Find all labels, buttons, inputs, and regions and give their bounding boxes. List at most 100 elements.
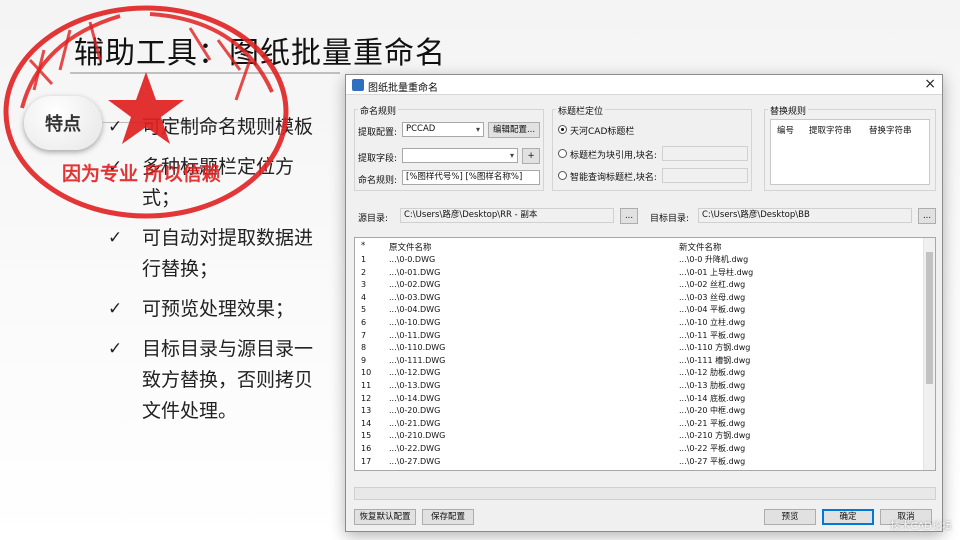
row-new-name: ...\0-21 平板.dwg <box>679 418 746 428</box>
table-row[interactable]: 4 ...\0-03.DWG ...\0-03 丝母.dwg <box>355 292 923 305</box>
row-new-name: ...\0-22 平板.dwg <box>679 444 746 453</box>
source-dir-label: 源目录: <box>358 214 389 224</box>
scroll-thumb[interactable] <box>926 252 933 384</box>
table-row[interactable]: 8 ...\0-110.DWG ...\0-110 方钢.dwg <box>355 342 923 355</box>
block-name-input-2[interactable] <box>662 168 748 183</box>
close-icon[interactable]: × <box>924 76 936 92</box>
row-index: 11 <box>361 381 372 390</box>
feature-list: ✓ 可定制命名规则模板 ✓ 多种标题栏定位方式； ✓ 可自动对提取数据进行替换； ✓ 可… <box>108 112 323 436</box>
radio-smart-query[interactable] <box>558 171 567 180</box>
field-dropdown[interactable]: ▾ <box>402 148 518 163</box>
row-index: 15 <box>361 431 372 441</box>
row-new-name: ...\0-210 方钢.dwg <box>679 431 751 441</box>
row-original-name: ...\0-27.DWG <box>389 456 441 466</box>
row-new-name: ...\0-12 肋板.dwg <box>679 368 746 378</box>
row-index: 17 <box>361 456 372 466</box>
checkmark-icon: ✓ <box>108 117 123 137</box>
row-original-name: ...\0-0.DWG <box>389 255 436 264</box>
source-browse-button[interactable]: ... <box>620 208 638 224</box>
table-row[interactable]: 13 ...\0-20.DWG ...\0-20 中框.dwg <box>355 405 923 418</box>
row-index: 14 <box>361 418 372 428</box>
checkmark-icon: ✓ <box>108 157 123 177</box>
vertical-scrollbar[interactable] <box>923 238 935 470</box>
row-index: 5 <box>361 305 367 315</box>
row-new-name: ...\0-0 升降机.dwg <box>679 255 749 264</box>
checkmark-icon: ✓ <box>108 228 123 248</box>
table-row[interactable]: 9 ...\0-111.DWG ...\0-111 槽钢.dwg <box>355 355 923 368</box>
restore-default-button[interactable]: 恢复默认配置 <box>354 509 416 525</box>
row-new-name: ...\0-110 方钢.dwg <box>679 343 751 353</box>
dialog-titlebar: 图纸批量重命名 × <box>346 75 942 95</box>
table-row[interactable]: 10 ...\0-12.DWG ...\0-12 肋板.dwg <box>355 367 923 380</box>
replace-col-replace: 替换字符串 <box>869 126 912 136</box>
block-name-input-1[interactable] <box>662 146 748 161</box>
feature-text: 多种标题栏定位方式； <box>142 156 295 209</box>
features-badge: 特点 <box>24 96 102 150</box>
preview-button[interactable]: 预览 <box>764 509 816 525</box>
row-original-name: ...\0-22.DWG <box>389 444 441 453</box>
feature-item: ✓ 多种标题栏定位方式； <box>108 152 323 214</box>
source-dir-input[interactable]: C:\Users\路彦\Desktop\RR - 副本 <box>400 208 614 223</box>
replace-col-number: 编号 <box>777 126 795 136</box>
row-new-name: ...\0-20 中框.dwg <box>679 406 746 416</box>
rule-input[interactable]: [%图样代号%] [%图样名称%] <box>402 170 540 185</box>
config-dropdown[interactable]: PCCAD ▾ <box>402 122 484 137</box>
replace-rules-table[interactable]: 编号 提取字符串 替换字符串 <box>770 119 930 185</box>
table-row[interactable]: 16 ...\0-22.DWG ...\0-22 平板.dwg <box>355 443 923 456</box>
naming-rules-label: 命名规则 <box>358 104 399 117</box>
config-label: 提取配置: <box>358 128 398 138</box>
row-index: 1 <box>361 255 367 264</box>
table-row[interactable]: 12 ...\0-14.DWG ...\0-14 底板.dwg <box>355 393 923 406</box>
table-row[interactable]: 14 ...\0-21.DWG ...\0-21 平板.dwg <box>355 418 923 431</box>
add-field-button[interactable]: + <box>522 148 540 164</box>
target-browse-button[interactable]: ... <box>918 208 936 224</box>
table-row[interactable]: 5 ...\0-04.DWG ...\0-04 平板.dwg <box>355 304 923 317</box>
table-row[interactable]: 7 ...\0-11.DWG ...\0-11 平板.dwg <box>355 330 923 343</box>
table-row[interactable]: 3 ...\0-02.DWG ...\0-02 丝杠.dwg <box>355 279 923 292</box>
feature-item: ✓ 目标目录与源目录一致方替换，否则拷贝文件处理。 <box>108 334 323 427</box>
save-config-button[interactable]: 保存配置 <box>422 509 474 525</box>
checkmark-icon: ✓ <box>108 299 123 319</box>
row-original-name: ...\0-14.DWG <box>389 393 441 403</box>
table-row[interactable]: 15 ...\0-210.DWG ...\0-210 方钢.dwg <box>355 430 923 443</box>
horizontal-scrollbar[interactable] <box>354 487 936 500</box>
app-icon <box>352 79 364 91</box>
row-original-name: ...\0-03.DWG <box>389 292 441 302</box>
table-row[interactable]: 2 ...\0-01.DWG ...\0-01 上导柱.dwg <box>355 267 923 280</box>
edit-config-button[interactable]: 编辑配置... <box>488 122 540 138</box>
row-new-name: ...\0-13 肋板.dwg <box>679 381 746 390</box>
row-index: 4 <box>361 292 367 302</box>
row-index: 12 <box>361 393 372 403</box>
row-new-name: ...\0-14 底板.dwg <box>679 393 746 403</box>
row-index: 16 <box>361 444 372 453</box>
row-new-name: ...\0-27 平板.dwg <box>679 456 746 466</box>
table-row[interactable]: 6 ...\0-10.DWG ...\0-10 立柱.dwg <box>355 317 923 330</box>
target-dir-input[interactable]: C:\Users\路彦\Desktop\BB <box>698 208 912 223</box>
feature-item: ✓ 可自动对提取数据进行替换； <box>108 223 323 285</box>
row-original-name: ...\0-20.DWG <box>389 406 441 416</box>
list-col-new: 新文件名称 <box>679 243 722 253</box>
table-row[interactable]: 17 ...\0-27.DWG ...\0-27 平板.dwg <box>355 456 923 469</box>
row-original-name: ...\0-21.DWG <box>389 418 441 428</box>
row-new-name: ...\0-111 槽钢.dwg <box>679 355 751 365</box>
row-new-name: ...\0-11 平板.dwg <box>679 330 746 340</box>
row-original-name: ...\0-11.DWG <box>389 330 441 340</box>
ok-button[interactable]: 确定 <box>822 509 874 525</box>
feature-text: 目标目录与源目录一致方替换，否则拷贝文件处理。 <box>142 338 314 422</box>
row-index: 8 <box>361 343 367 353</box>
table-row[interactable]: 11 ...\0-13.DWG ...\0-13 肋板.dwg <box>355 380 923 393</box>
replace-col-extract: 提取字符串 <box>809 126 852 136</box>
title-divider <box>70 72 340 74</box>
row-index: 2 <box>361 267 367 277</box>
table-row[interactable]: 1 ...\0-0.DWG ...\0-0 升降机.dwg <box>355 254 923 267</box>
checkmark-icon: ✓ <box>108 339 123 359</box>
row-new-name: ...\0-01 上导柱.dwg <box>679 267 754 277</box>
row-original-name: ...\0-10.DWG <box>389 318 441 327</box>
row-original-name: ...\0-04.DWG <box>389 305 441 315</box>
radio-tianhe[interactable] <box>558 125 567 134</box>
watermark: 技术CAD论坛 <box>890 521 952 532</box>
radio-tianhe-label: 天河CAD标题栏 <box>570 127 635 137</box>
radio-block-ref[interactable] <box>558 149 567 158</box>
dialog-title: 图纸批量重命名 <box>368 83 438 94</box>
file-list[interactable]: * 原文件名称 新文件名称 1 ...\0-0.DWG ...\0-0 升降机.dw… <box>354 237 936 471</box>
